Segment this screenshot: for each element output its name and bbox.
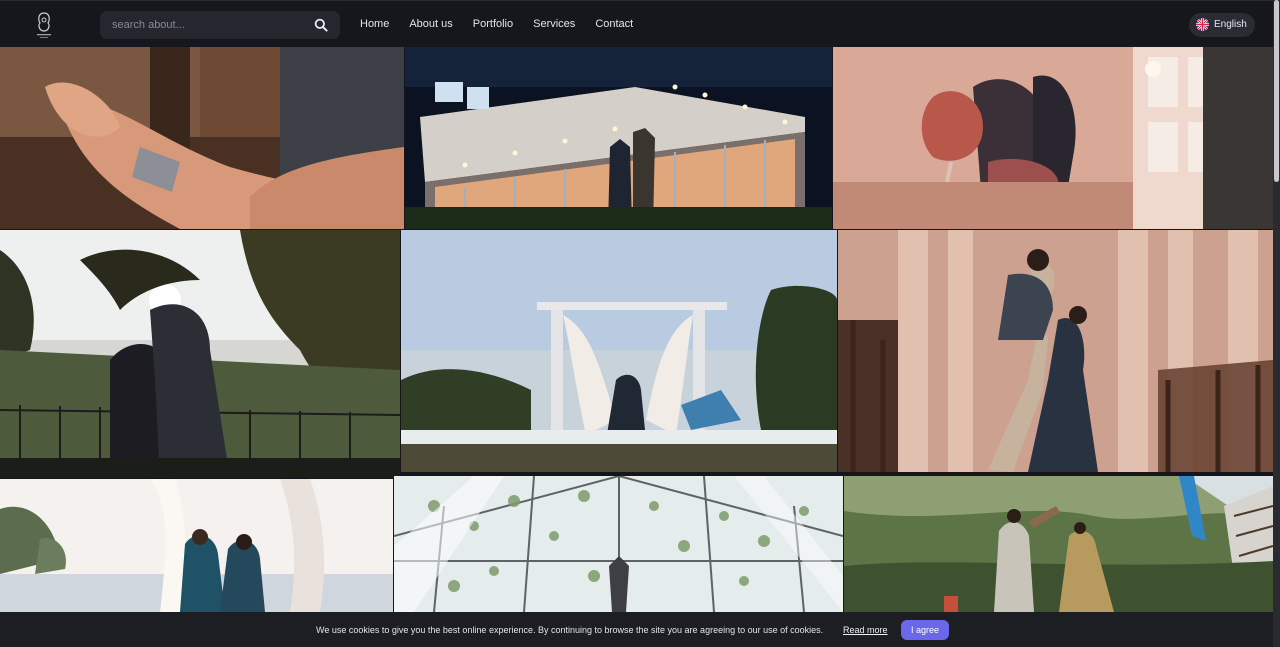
- scrollbar-thumb[interactable]: [1274, 0, 1279, 182]
- nav-portfolio[interactable]: Portfolio: [473, 18, 513, 30]
- search-input[interactable]: [112, 16, 302, 34]
- nav-about-us[interactable]: About us: [409, 18, 452, 30]
- language-label: English: [1214, 19, 1247, 30]
- gallery-item-hands[interactable]: [0, 47, 404, 229]
- cookie-banner: We use cookies to give you the best onli…: [0, 612, 1273, 647]
- brand-logo[interactable]: [33, 11, 55, 39]
- gallery-item-seated-couple[interactable]: [0, 479, 393, 612]
- cookie-accept-button[interactable]: I agree: [901, 620, 949, 640]
- gallery-item-pergola[interactable]: [401, 230, 837, 472]
- top-navbar: Home About us Portfolio Services Contact…: [0, 0, 1273, 47]
- search-icon[interactable]: [314, 18, 328, 32]
- language-selector[interactable]: English: [1189, 13, 1255, 37]
- gallery-item-dance-curtains[interactable]: [838, 230, 1273, 472]
- gallery-item-garden-dance[interactable]: [844, 476, 1273, 612]
- main-menu: Home About us Portfolio Services Contact: [360, 18, 653, 30]
- uk-flag-icon: [1196, 18, 1209, 31]
- nav-contact[interactable]: Contact: [595, 18, 633, 30]
- gallery-item-house-night[interactable]: [405, 47, 832, 229]
- nav-services[interactable]: Services: [533, 18, 575, 30]
- gallery-item-glass-roof[interactable]: [394, 476, 843, 612]
- cookie-read-more-link[interactable]: Read more: [843, 625, 888, 635]
- search-bar: [100, 11, 340, 39]
- cookie-message: We use cookies to give you the best onli…: [316, 625, 824, 635]
- gallery-item-palm-trees[interactable]: [0, 230, 400, 478]
- gallery-item-tulip[interactable]: [833, 47, 1273, 229]
- nav-home[interactable]: Home: [360, 18, 389, 30]
